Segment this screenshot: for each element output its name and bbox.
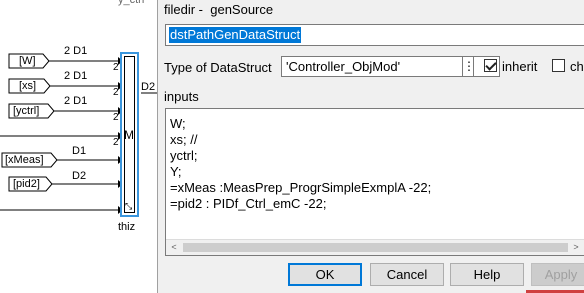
dim-label-xs: 2 D1 (64, 70, 88, 82)
dim-label-yctrl: 2 D1 (64, 95, 88, 107)
scroll-thumb[interactable] (183, 243, 568, 252)
inherit-checkbox[interactable] (484, 59, 497, 72)
dim-label-xmeas: D1 (72, 145, 87, 157)
inputs-textarea[interactable]: W; xs; // yctrl; Y; =xMeas :MeasPrep_Pro… (165, 108, 584, 256)
mux-block[interactable]: M ⤡ (120, 52, 139, 217)
dim-label-w: 2 D1 (64, 45, 88, 57)
ok-button[interactable]: OK (288, 263, 362, 286)
port-number: 2 (113, 112, 119, 123)
port-number: 2 (113, 137, 119, 148)
second-checkbox-label: cha (570, 59, 584, 74)
top-signal-label: y_ctrl (118, 0, 145, 6)
inport-xs[interactable]: [xs] (19, 80, 36, 92)
dialog-header: filedir - genSource (164, 2, 274, 17)
inport-w[interactable]: [W] (19, 55, 36, 67)
inherit-label: inherit (502, 59, 538, 74)
second-checkbox[interactable] (552, 59, 565, 72)
inport-xmeas[interactable]: [xMeas] (5, 154, 44, 166)
dim-label-pid2: D2 (72, 170, 87, 182)
inport-yctrl[interactable]: [yctrl] (13, 105, 39, 117)
apply-button[interactable]: Apply (531, 263, 584, 286)
scroll-right-icon[interactable]: > (570, 242, 582, 253)
inputs-text[interactable]: W; xs; // yctrl; Y; =xMeas :MeasPrep_Pro… (170, 116, 431, 212)
model-canvas[interactable]: y_ctrl [W] [xs] [yctrl] [xMeas] [pid2] 2… (0, 0, 160, 293)
inport-pid2[interactable]: [pid2] (13, 178, 40, 190)
scroll-left-icon[interactable]: < (168, 242, 180, 253)
output-dim-label: D2 (141, 81, 156, 93)
block-parameters-dialog: filedir - genSource dstPathGenDataStruct… (157, 0, 584, 293)
port-number: 2 (113, 62, 119, 73)
horizontal-scrollbar[interactable]: < > (166, 239, 584, 255)
type-label: Type of DataStruct (164, 60, 272, 75)
resize-handle-icon[interactable]: ⤡ (125, 201, 132, 212)
port-number: 2 (113, 87, 119, 98)
inputs-label: inputs (164, 89, 199, 104)
mux-label: M (124, 128, 134, 142)
name-field-value[interactable]: dstPathGenDataStruct (169, 27, 302, 43)
mux-name-label[interactable]: thiz (118, 221, 135, 233)
more-options-icon[interactable]: ⋮ (462, 56, 475, 77)
cancel-button[interactable]: Cancel (370, 263, 444, 286)
help-button[interactable]: Help (450, 263, 524, 286)
name-field[interactable]: dstPathGenDataStruct (165, 24, 584, 46)
